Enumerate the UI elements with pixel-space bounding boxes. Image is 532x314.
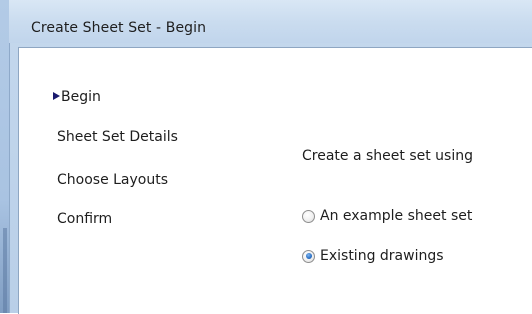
create-using-label: Create a sheet set using: [302, 148, 473, 164]
option-example-sheet-set[interactable]: An example sheet set: [302, 207, 472, 225]
nav-item-sheet-set-details: Sheet Set Details: [57, 129, 178, 145]
dialog-window: Create Sheet Set - Begin Begin Sheet Set…: [0, 0, 532, 314]
option-label[interactable]: An example sheet set: [320, 208, 472, 224]
nav-item-label: Sheet Set Details: [57, 129, 178, 145]
arrow-right-icon: [53, 92, 60, 100]
window-left-border-shadow: [3, 228, 7, 313]
option-label[interactable]: Existing drawings: [320, 248, 444, 264]
nav-item-label: Confirm: [57, 211, 113, 227]
nav-item-label: Begin: [61, 89, 101, 105]
nav-item-confirm: Confirm: [57, 211, 112, 227]
option-existing-drawings[interactable]: Existing drawings: [302, 247, 444, 265]
radio-example-sheet-set[interactable]: [302, 209, 315, 223]
title-bar[interactable]: Create Sheet Set - Begin: [9, 0, 532, 43]
wizard-content: Create a sheet set using An example shee…: [302, 48, 532, 314]
wizard-steps-nav: Begin Sheet Set Details Choose Layouts C…: [19, 48, 279, 314]
nav-item-label: Choose Layouts: [57, 172, 169, 188]
dialog-client-area: Begin Sheet Set Details Choose Layouts C…: [18, 47, 532, 314]
radio-existing-drawings[interactable]: [302, 249, 315, 263]
window-title: Create Sheet Set - Begin: [31, 20, 207, 36]
window-left-border: [0, 0, 10, 313]
nav-item-begin: Begin: [53, 89, 101, 105]
nav-item-choose-layouts: Choose Layouts: [57, 172, 168, 188]
